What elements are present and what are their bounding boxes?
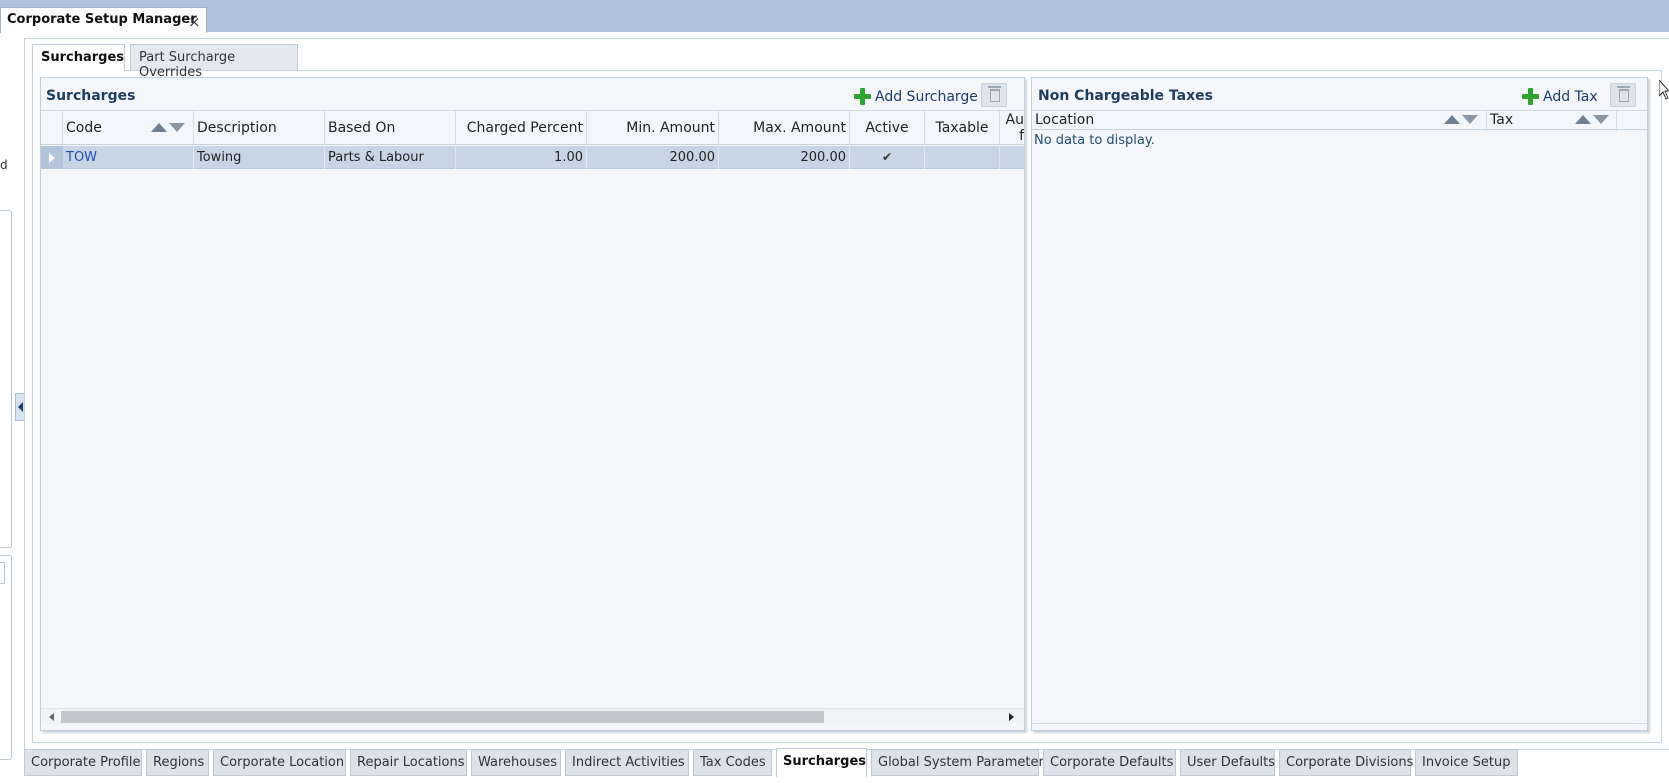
sort-descending-icon[interactable] — [169, 123, 185, 132]
row-selector-header — [41, 111, 63, 146]
tab-corporate-profile[interactable]: Corporate Profile — [24, 749, 142, 776]
subtab-part-surcharge-overrides[interactable]: Part Surcharge Overrides — [130, 44, 298, 80]
left-pane-text-fragment: d — [0, 158, 8, 172]
sort-descending-icon[interactable] — [1462, 115, 1478, 124]
sort-ascending-icon[interactable] — [151, 123, 167, 132]
column-header-location[interactable]: Location — [1032, 111, 1487, 131]
subtab-surcharges[interactable]: Surcharges — [32, 44, 125, 71]
scrollbar-thumb[interactable] — [61, 711, 824, 723]
column-header-active[interactable]: Active — [850, 111, 925, 146]
surcharges-panel: Surcharges Add Surcharge Code Descriptio… — [40, 77, 1025, 731]
add-surcharge-button[interactable]: Add Surcharge — [854, 88, 978, 105]
column-header-truncated-line2: f — [1019, 128, 1024, 144]
tab-corporate-divisions[interactable]: Corporate Divisions — [1279, 749, 1413, 776]
cell-taxable — [925, 146, 1000, 169]
close-icon[interactable]: × — [188, 13, 201, 31]
sort-icon[interactable] — [151, 123, 185, 135]
delete-surcharge-button[interactable] — [981, 83, 1007, 107]
sort-ascending-icon[interactable] — [1575, 115, 1591, 124]
mouse-cursor-icon — [1658, 78, 1669, 104]
add-surcharge-label: Add Surcharge — [875, 88, 978, 105]
tab-indirect-activities[interactable]: Indirect Activities — [565, 749, 689, 776]
tab-surcharges[interactable]: Surcharges — [776, 748, 867, 777]
sort-descending-icon[interactable] — [1593, 115, 1609, 124]
add-tax-label: Add Tax — [1543, 88, 1598, 105]
tab-tax-codes[interactable]: Tax Codes — [693, 749, 772, 776]
cell-truncated — [1000, 146, 1024, 169]
trash-icon — [988, 86, 1001, 102]
scroll-right-icon[interactable] — [1009, 713, 1014, 721]
cell-charged-percent: 1.00 — [456, 146, 587, 169]
tab-global-system-parameters[interactable]: Global System Parameters — [871, 749, 1051, 776]
cell-min-amount: 200.00 — [587, 146, 719, 169]
column-header-truncated[interactable]: Au f — [1000, 111, 1024, 146]
table-footer-divider — [1032, 723, 1647, 724]
cell-description: Towing — [194, 146, 325, 169]
scroll-left-icon[interactable] — [49, 713, 54, 721]
column-header-min-amount[interactable]: Min. Amount — [587, 111, 719, 146]
column-header-taxable[interactable]: Taxable — [925, 111, 1000, 146]
tab-user-defaults[interactable]: User Defaults — [1180, 749, 1275, 776]
horizontal-scrollbar[interactable] — [41, 708, 1024, 724]
taxes-table-header: Location Tax — [1032, 110, 1647, 131]
surcharges-panel-title: Surcharges — [46, 88, 136, 104]
sort-icon[interactable] — [1575, 115, 1609, 127]
plus-icon — [854, 88, 871, 105]
column-header-max-amount[interactable]: Max. Amount — [719, 111, 850, 146]
surcharges-table-header: Code Description Based On Charged Percen… — [41, 110, 1024, 146]
tab-invoice-setup[interactable]: Invoice Setup — [1415, 749, 1518, 776]
column-header-code[interactable]: Code — [63, 111, 194, 146]
cell-based-on: Parts & Labour — [325, 146, 456, 169]
sort-ascending-icon[interactable] — [1444, 115, 1460, 124]
tab-warehouses[interactable]: Warehouses — [471, 749, 561, 776]
trash-icon — [1617, 86, 1630, 102]
tab-corporate-setup-manager[interactable]: Corporate Setup Manager × — [0, 7, 207, 33]
column-header-description[interactable]: Description — [194, 111, 325, 146]
window-tab-strip — [0, 0, 1669, 32]
add-tax-button[interactable]: Add Tax — [1522, 88, 1598, 105]
row-expand-icon[interactable] — [41, 146, 63, 169]
left-pane-panel-lower — [0, 555, 12, 760]
tab-corporate-location[interactable]: Corporate Location — [213, 749, 346, 776]
non-chargeable-taxes-panel: Non Chargeable Taxes Add Tax Location Ta… — [1031, 77, 1648, 731]
column-header-based-on[interactable]: Based On — [325, 111, 456, 146]
column-header-tax[interactable]: Tax — [1487, 111, 1617, 131]
taxes-panel-title: Non Chargeable Taxes — [1038, 88, 1213, 104]
checkmark-icon: ✔ — [850, 146, 925, 169]
left-pane-panel — [0, 210, 12, 548]
cell-max-amount: 200.00 — [719, 146, 850, 169]
column-header-charged-percent[interactable]: Charged Percent — [456, 111, 587, 146]
left-pane-input[interactable] — [0, 562, 5, 584]
plus-icon — [1522, 88, 1539, 105]
table-row[interactable]: TOW Towing Parts & Labour 1.00 200.00 20… — [41, 146, 1024, 169]
delete-tax-button[interactable] — [1610, 83, 1636, 107]
column-header-truncated-line1: Au — [1005, 112, 1024, 128]
tab-regions[interactable]: Regions — [146, 749, 209, 776]
sort-icon[interactable] — [1444, 115, 1478, 127]
cell-code[interactable]: TOW — [63, 146, 194, 169]
tab-repair-locations[interactable]: Repair Locations — [350, 749, 467, 776]
tab-title: Corporate Setup Manager — [7, 12, 197, 27]
empty-table-message: No data to display. — [1034, 133, 1155, 148]
tab-corporate-defaults[interactable]: Corporate Defaults — [1043, 749, 1176, 776]
